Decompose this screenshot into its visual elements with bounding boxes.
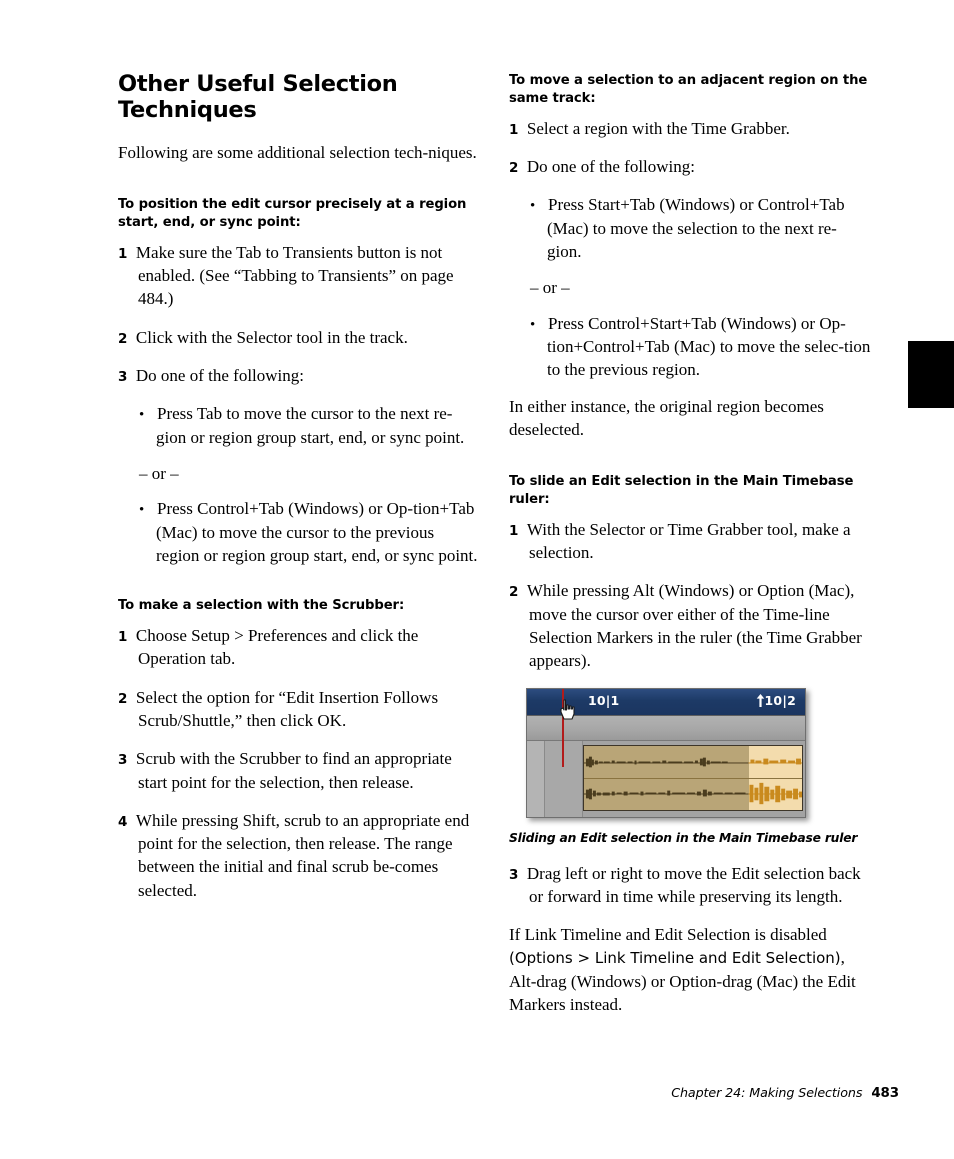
step-text: Choose Setup > Preferences and click the…	[135, 626, 419, 669]
step-item: 4 While pressing Shift, scrub to an appr…	[118, 809, 480, 902]
or-separator: – or –	[139, 463, 179, 483]
page-footer: Chapter 24: Making Selections 483	[0, 1085, 899, 1101]
step-number: 2	[509, 584, 519, 601]
waveform-graphic	[584, 756, 802, 804]
step-text: Do one of the following:	[526, 156, 695, 176]
document-page: Other Useful Selection Techniques Follow…	[0, 0, 954, 1159]
step-number: 3	[118, 368, 128, 385]
step-number: 1	[118, 245, 128, 262]
left-column: Other Useful Selection Techniques Follow…	[118, 71, 480, 917]
step-item: 2 While pressing Alt (Windows) or Option…	[509, 579, 871, 672]
step-number: 4	[118, 813, 128, 830]
step-item: 1 Select a region with the Time Grabber.	[509, 117, 871, 140]
bullet-dot-icon: •	[530, 198, 536, 215]
ruler-bar-label-right: 10|2	[756, 693, 796, 708]
step-text: While pressing Shift, scrub to an approp…	[135, 810, 470, 900]
right-column: To move a selection to an adjacent regio…	[509, 72, 871, 1031]
step-text: Do one of the following:	[135, 365, 304, 385]
track-header-column-2	[545, 740, 583, 817]
bullet-item: • Press Tab to move the cursor to the ne…	[118, 402, 480, 449]
figure-block: 10|1 10|2 Sliding an Edit selection in t…	[509, 687, 871, 845]
chapter-thumb-tab	[908, 341, 954, 408]
ruler-label-right-text: 10|2	[764, 692, 796, 708]
step-item: 3 Scrub with the Scrubber to find an app…	[118, 747, 480, 794]
track-header-column-1	[527, 740, 545, 817]
step-text: Drag left or right to move the Edit sele…	[526, 863, 861, 906]
step-number: 3	[118, 752, 128, 769]
step-item: 1 With the Selector or Time Grabber tool…	[509, 518, 871, 565]
step-text: Make sure the Tab to Transients button i…	[135, 242, 454, 309]
step-item: 2 Do one of the following:	[509, 155, 871, 178]
bullet-dot-icon: •	[139, 502, 145, 519]
bullet-text: Press Start+Tab (Windows) or Control+Tab…	[547, 195, 845, 262]
page-title: Other Useful Selection Techniques	[118, 71, 398, 123]
step-item: 1 Make sure the Tab to Transients button…	[118, 241, 480, 311]
closing-paragraph: In either instance, the original region …	[509, 396, 824, 439]
step-number: 2	[118, 690, 128, 707]
step-text: Click with the Selector tool in the trac…	[135, 327, 408, 347]
step-text: Select a region with the Time Grabber.	[526, 118, 790, 138]
subheading-slide-edit-selection: To slide an Edit selection in the Main T…	[509, 474, 854, 508]
step-text: Select the option for “Edit Insertion Fo…	[135, 687, 439, 730]
bullet-item: • Press Control+Start+Tab (Windows) or O…	[509, 312, 871, 382]
footer-chapter-text: Chapter 24: Making Selections	[671, 1085, 863, 1100]
bullet-dot-icon: •	[139, 407, 145, 424]
bullet-text: Press Control+Tab (Windows) or Op-tion+T…	[156, 499, 478, 565]
step-number: 1	[118, 629, 128, 646]
step-text: Scrub with the Scrubber to find an appro…	[135, 749, 452, 792]
step-text: While pressing Alt (Windows) or Option (…	[526, 581, 862, 671]
hand-grabber-icon	[560, 699, 575, 720]
step-number: 2	[118, 330, 128, 347]
protools-timeline-screenshot: 10|1 10|2	[526, 687, 806, 818]
step-item: 2 Select the option for “Edit Insertion …	[118, 686, 480, 733]
bullet-text: Press Tab to move the cursor to the next…	[156, 404, 465, 447]
step-number: 1	[509, 121, 519, 138]
step-item: 3 Drag left or right to move the Edit se…	[509, 862, 871, 909]
intro-paragraph: Following are some additional selection …	[118, 142, 477, 162]
or-separator: – or –	[530, 278, 570, 298]
up-arrow-marker-icon	[756, 693, 764, 707]
step-number: 2	[509, 159, 519, 176]
step-number: 3	[509, 866, 519, 883]
bullet-item: • Press Control+Tab (Windows) or Op-tion…	[118, 497, 480, 567]
page-number: 483	[871, 1086, 899, 1101]
subheading-make-selection-scrubber: To make a selection with the Scrubber:	[118, 598, 405, 614]
bullet-dot-icon: •	[530, 316, 536, 333]
step-number: 1	[509, 522, 519, 539]
closing-note-part1: If Link Timeline and Edit Selection is d…	[509, 925, 827, 945]
ruler-bar-label-left: 10|1	[588, 692, 620, 708]
audio-region-clip	[583, 744, 803, 811]
step-text: With the Selector or Time Grabber tool, …	[526, 519, 851, 563]
subheading-position-edit-cursor: To position the edit cursor precisely at…	[118, 197, 467, 230]
step-item: 2 Click with the Selector tool in the tr…	[118, 326, 480, 349]
closing-note-paragraph: If Link Timeline and Edit Selection is d…	[509, 923, 871, 1016]
step-item: 1 Choose Setup > Preferences and click t…	[118, 624, 480, 671]
bullet-item: • Press Start+Tab (Windows) or Control+T…	[509, 193, 871, 263]
step-item: 3 Do one of the following:	[118, 364, 480, 387]
subheading-move-selection-adjacent: To move a selection to an adjacent regio…	[509, 73, 868, 106]
figure-caption: Sliding an Edit selection in the Main Ti…	[509, 830, 858, 845]
closing-note-menu-path: (Options > Link Timeline and Edit Select…	[509, 949, 841, 968]
bullet-text: Press Control+Start+Tab (Windows) or Op-…	[547, 313, 871, 380]
track-playlist-area	[527, 740, 805, 817]
